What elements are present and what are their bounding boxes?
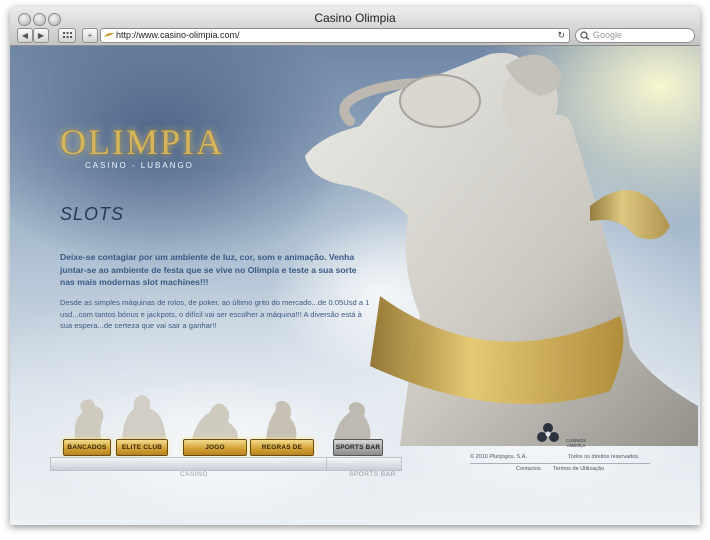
forward-arrow-icon: ▶ — [37, 31, 45, 40]
contactos-link[interactable]: Contactos — [516, 466, 541, 472]
nav-regras-de-jogo-button[interactable]: REGRAS DE JOGO — [250, 439, 314, 466]
forward-button[interactable]: ▶ — [33, 28, 49, 43]
reload-icon[interactable]: ↻ — [557, 29, 565, 42]
casino-shelf-label: CASINO — [180, 471, 208, 478]
site-favicon-icon — [104, 32, 114, 37]
rights-text: Todos os direitos reservados. — [568, 454, 640, 460]
nav-sports-bar-button[interactable]: SPORTS BAR — [333, 439, 383, 456]
statue-icon — [74, 399, 104, 439]
back-button[interactable]: ◀ — [17, 28, 33, 43]
logo-subtitle: CASINO - LUBANGO — [85, 161, 194, 170]
terms-link[interactable]: Termos de Utilização — [553, 466, 604, 472]
browser-window: Casino Olimpia ◀ ▶ + http://www.casino-o… — [10, 7, 700, 525]
sports-bar-shelf-label: SPORTS BAR — [349, 471, 396, 478]
add-bookmark-button[interactable]: + — [82, 28, 98, 43]
url-text: http://www.casino-olimpia.com/ — [116, 30, 240, 40]
plus-icon: + — [87, 31, 93, 40]
casino-logo[interactable]: OLIMPIA — [60, 121, 224, 163]
nav-jogo-responsavel-button[interactable]: JOGO RESPONSÁVEL — [183, 439, 247, 466]
body-paragraph: Desde as simples máquinas de rolos, de p… — [60, 298, 370, 330]
search-icon — [580, 31, 590, 40]
window-title: Casino Olimpia — [314, 11, 396, 25]
discobolus-statue-image — [305, 53, 698, 446]
statue-group-icon — [122, 395, 166, 439]
copyright-text: © 2010 Plurijogos, S.A. — [470, 454, 527, 460]
casino-shelf — [50, 457, 327, 471]
search-input[interactable]: Google — [575, 28, 695, 43]
nav-bancados-button[interactable]: BANCADOS — [63, 439, 111, 456]
page-title: SLOTS — [60, 204, 125, 224]
warrior-statue-icon — [266, 400, 297, 439]
browser-titlebar: Casino Olimpia ◀ ▶ + http://www.casino-o… — [10, 7, 700, 46]
page-content: OLIMPIA CASINO - LUBANGO SLOTS Deixe-se … — [10, 46, 700, 525]
back-arrow-icon: ◀ — [21, 31, 29, 40]
intro-paragraph: Deixe-se contagiar por um ambiente de lu… — [60, 252, 357, 287]
search-placeholder: Google — [593, 30, 623, 40]
address-bar[interactable]: http://www.casino-olimpia.com/ ↻ — [100, 28, 570, 43]
grid-icon — [62, 32, 72, 38]
nav-elite-club-button[interactable]: ELITE CLUB — [116, 439, 168, 456]
casinos-angola-logo-icon[interactable] — [534, 421, 562, 445]
sports-bar-shelf — [326, 457, 402, 471]
bookmarks-button[interactable] — [58, 28, 76, 43]
discus-statue-icon — [334, 402, 371, 439]
partner-name: CASINOS ANGOLA — [565, 438, 587, 448]
reclining-statue-icon — [192, 403, 238, 439]
footer-divider — [470, 463, 650, 464]
